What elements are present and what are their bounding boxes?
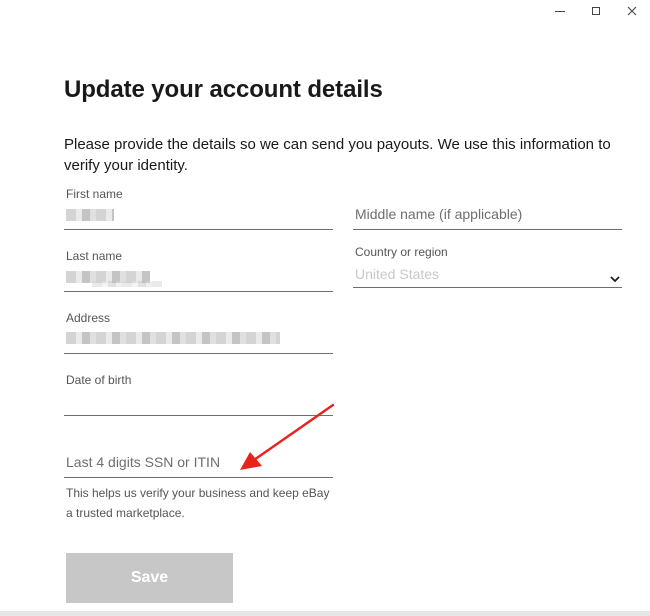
ssn-helper-text: This helps us verify your business and k… xyxy=(66,486,330,520)
intro-text: Please provide the details so we can sen… xyxy=(64,136,611,174)
country-select[interactable]: Country or region United States xyxy=(353,241,622,288)
middle-name-field[interactable]: Middle name (if applicable) xyxy=(353,183,622,230)
maximize-icon[interactable] xyxy=(578,2,614,20)
page-title: Update your account details xyxy=(64,76,383,103)
last-name-label: Last name xyxy=(66,249,123,263)
first-name-label: First name xyxy=(66,187,123,201)
date-of-birth-field[interactable]: Date of birth xyxy=(64,369,333,416)
ssn-itin-field[interactable]: Last 4 digits SSN or ITIN xyxy=(64,431,333,478)
minimize-icon[interactable] xyxy=(542,2,578,20)
country-value: United States xyxy=(355,266,440,282)
country-label: Country or region xyxy=(355,245,448,259)
chevron-down-icon[interactable] xyxy=(610,270,620,288)
first-name-field[interactable]: First name xyxy=(64,183,333,230)
save-button[interactable]: Save xyxy=(66,553,233,603)
window-bottom-edge xyxy=(0,611,650,616)
address-field[interactable]: Address xyxy=(64,307,333,354)
window-controls xyxy=(542,2,650,20)
address-label: Address xyxy=(66,311,111,325)
ssn-itin-placeholder: Last 4 digits SSN or ITIN xyxy=(66,454,221,470)
date-of-birth-label: Date of birth xyxy=(66,373,132,387)
close-icon[interactable] xyxy=(614,2,650,20)
middle-name-placeholder: Middle name (if applicable) xyxy=(355,206,523,222)
last-name-field[interactable]: Last name xyxy=(64,245,333,292)
